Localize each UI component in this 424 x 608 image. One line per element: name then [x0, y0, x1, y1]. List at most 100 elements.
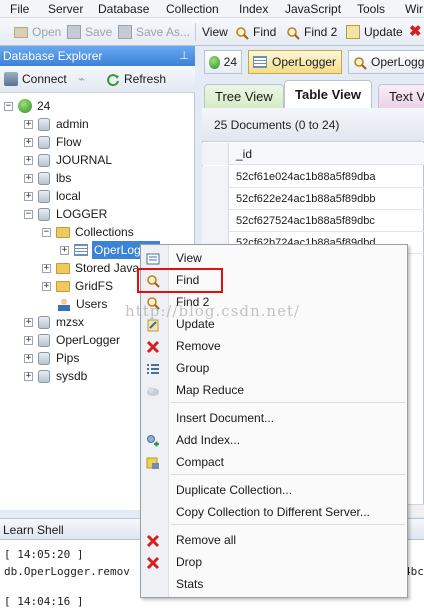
menu-file[interactable]: File [10, 1, 29, 17]
update-icon [146, 317, 160, 332]
table-row[interactable]: 52cf61e024ac1b88a5f89dba [202, 166, 424, 188]
column-header-id[interactable]: _id [236, 143, 252, 165]
expand-icon[interactable]: + [24, 353, 33, 363]
collection-icon [74, 244, 88, 256]
context-menu-item-update[interactable]: Update [141, 313, 407, 335]
database-icon [38, 189, 50, 203]
menu-collection[interactable]: Collection [166, 1, 219, 17]
collection-icon [253, 56, 267, 68]
context-menu-item-map-reduce[interactable]: Map Reduce [141, 379, 407, 401]
tree-users-node[interactable]: Users [58, 295, 107, 313]
folder-icon [56, 226, 70, 238]
expand-icon[interactable]: + [24, 371, 33, 381]
tree-db-journal[interactable]: + JOURNAL [24, 151, 112, 169]
tab-table-view[interactable]: Table View [284, 80, 372, 110]
database-icon [38, 333, 50, 347]
tree-collections-node[interactable]: − Collections [42, 223, 134, 241]
collapse-icon[interactable]: − [24, 209, 33, 219]
expand-icon[interactable]: + [42, 263, 51, 273]
expand-icon[interactable]: + [24, 137, 33, 147]
disconnect-icon[interactable]: ⌁ [78, 68, 85, 90]
context-menu-item-view[interactable]: View [141, 247, 407, 269]
tab-tree-view[interactable]: Tree View [204, 84, 284, 108]
menu-index[interactable]: Index [239, 1, 268, 17]
server-tab-label: 24 [223, 55, 237, 69]
context-menu-item-stats[interactable]: Stats [141, 573, 407, 595]
table-row[interactable]: 52cf622e24ac1b88a5f89dbb [202, 188, 424, 210]
find-button[interactable]: Find [235, 21, 276, 43]
menu-item-label: Add Index... [176, 433, 241, 447]
context-menu-item-find-2[interactable]: Find 2 [141, 291, 407, 313]
tree-db-logger[interactable]: − LOGGER [24, 205, 107, 223]
expand-icon[interactable]: + [24, 317, 33, 327]
collection-tab[interactable]: OperLogger [248, 50, 342, 74]
menu-window[interactable]: Wir [405, 1, 423, 17]
expand-icon[interactable]: + [24, 335, 33, 345]
find-tab[interactable]: OperLogger [348, 50, 424, 74]
menu-separator [171, 474, 405, 475]
tree-db-mzsx[interactable]: + mzsx [24, 313, 84, 331]
tree-stored-js-node[interactable]: + Stored JavaS [42, 259, 147, 277]
menu-item-label: Duplicate Collection... [176, 483, 293, 497]
expand-icon[interactable]: + [24, 191, 33, 201]
tree-db-lbs[interactable]: + lbs [24, 169, 71, 187]
database-icon [38, 153, 50, 167]
view-button[interactable]: View [202, 21, 228, 43]
expand-icon[interactable]: + [60, 245, 69, 255]
tree-db-sysdb[interactable]: + sysdb [24, 367, 87, 385]
tree-server-node[interactable]: − 24 [4, 97, 50, 115]
connect-label: Connect [22, 72, 67, 86]
database-label: OperLogger [56, 333, 121, 347]
table-row[interactable]: 52cf627524ac1b88a5f89dbc [202, 210, 424, 232]
collapse-icon[interactable]: − [4, 101, 13, 111]
context-menu-item-remove[interactable]: Remove [141, 335, 407, 357]
tree-db-admin[interactable]: + admin [24, 115, 89, 133]
collapse-icon[interactable]: − [42, 227, 51, 237]
context-menu-item-copy-collection-to-different-server[interactable]: Copy Collection to Different Server... [141, 501, 407, 523]
tree-db-operlogger[interactable]: + OperLogger [24, 331, 120, 349]
menu-database[interactable]: Database [98, 1, 149, 17]
row-gutter [202, 143, 229, 165]
menu-tools[interactable]: Tools [357, 1, 385, 17]
magnifier-icon [286, 25, 300, 40]
context-menu-item-add-index[interactable]: Add Index... [141, 429, 407, 451]
context-menu-item-group[interactable]: Group [141, 357, 407, 379]
menu-javascript[interactable]: JavaScript [285, 1, 341, 17]
main-toolbar: Open Save Save As... View Find Find 2 Up… [0, 18, 424, 46]
database-label: LOGGER [56, 207, 108, 221]
expand-icon[interactable]: + [24, 173, 33, 183]
menu-item-label: Find 2 [176, 295, 210, 309]
expand-icon[interactable]: + [24, 119, 33, 129]
user-icon [58, 297, 70, 311]
save-as-button[interactable]: Save As... [118, 21, 190, 43]
tree-db-pips[interactable]: + Pips [24, 349, 79, 367]
context-menu-item-remove-all[interactable]: Remove all [141, 529, 407, 551]
update-button[interactable]: Update [346, 21, 403, 43]
expand-icon[interactable]: + [42, 281, 51, 291]
row-gutter [202, 188, 229, 210]
tree-db-local[interactable]: + local [24, 187, 81, 205]
tree-db-flow[interactable]: + Flow [24, 133, 81, 151]
context-menu-item-duplicate-collection[interactable]: Duplicate Collection... [141, 479, 407, 501]
refresh-label: Refresh [124, 72, 167, 86]
remove-icon[interactable]: ✖ [409, 21, 422, 43]
database-label: local [56, 189, 81, 203]
context-menu-item-drop[interactable]: Drop [141, 551, 407, 573]
refresh-button[interactable]: Refresh [106, 68, 166, 90]
connect-button[interactable]: Connect [4, 68, 67, 90]
context-menu-item-compact[interactable]: Compact [141, 451, 407, 473]
find2-button[interactable]: Find 2 [286, 21, 337, 43]
tab-text-view[interactable]: Text Vi [378, 84, 424, 108]
pin-icon[interactable]: ⊥ [179, 46, 189, 66]
menu-item-label: View [176, 251, 202, 265]
expand-icon[interactable]: + [24, 155, 33, 165]
tree-gridfs-node[interactable]: + GridFS [42, 277, 113, 295]
menu-server[interactable]: Server [48, 1, 83, 17]
row-gutter [202, 210, 229, 232]
server-tab[interactable]: 24 [204, 50, 242, 74]
database-icon [38, 171, 50, 185]
context-menu-item-insert-document[interactable]: Insert Document... [141, 407, 407, 429]
server-label: 24 [37, 99, 51, 113]
save-button[interactable]: Save [67, 21, 112, 43]
open-button[interactable]: Open [14, 21, 61, 43]
